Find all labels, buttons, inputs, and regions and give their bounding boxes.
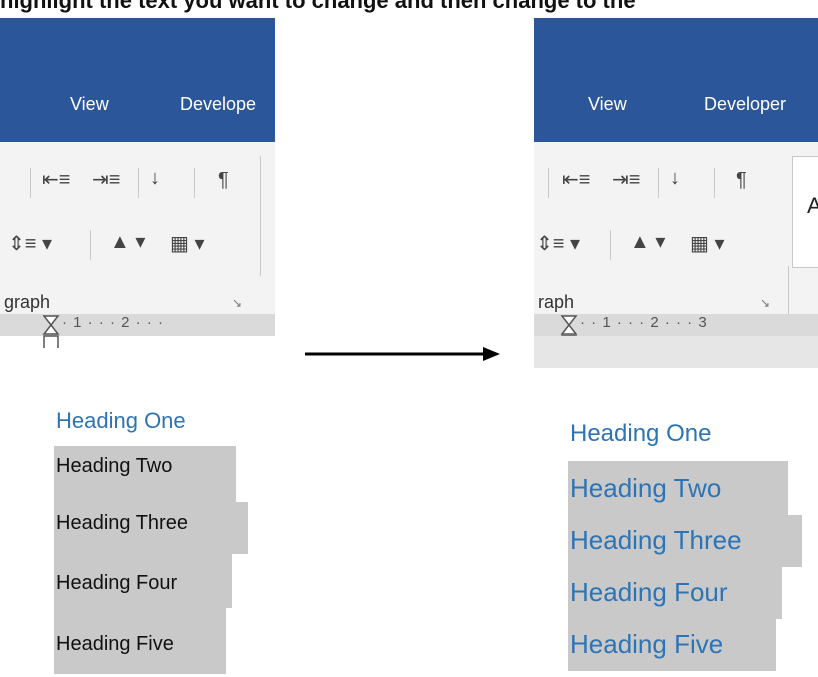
- separator: [260, 156, 261, 276]
- separator: [30, 168, 31, 198]
- sort-az-icon[interactable]: ↓: [150, 168, 160, 188]
- separator: [610, 230, 611, 260]
- tab-developer[interactable]: Develope: [180, 94, 256, 115]
- decrease-indent-icon[interactable]: ⇤≡: [562, 170, 590, 190]
- heading-one[interactable]: Heading One: [56, 408, 186, 434]
- dialog-launcher-icon[interactable]: ↘: [760, 296, 770, 310]
- dialog-launcher-icon[interactable]: ↘: [232, 296, 242, 310]
- line-spacing-icon[interactable]: ⇕≡ ▾: [8, 234, 52, 254]
- paragraph-group-label: raph: [538, 292, 575, 312]
- borders-icon[interactable]: ▦ ▾: [690, 234, 725, 254]
- show-hide-formatting-icon[interactable]: ¶: [736, 170, 747, 190]
- ruler-underlay: [534, 336, 818, 368]
- paragraph-group-label: graph: [4, 292, 51, 312]
- borders-icon[interactable]: ▦ ▾: [170, 234, 205, 254]
- tab-view[interactable]: View: [70, 94, 109, 115]
- heading-two[interactable]: Heading Two: [570, 473, 721, 504]
- separator: [138, 168, 139, 198]
- heading-three[interactable]: Heading Three: [570, 525, 742, 556]
- increase-indent-icon[interactable]: ⇥≡: [92, 170, 120, 190]
- paragraph-group: ⇤≡ ⇥≡ ↓ ¶ ⇕≡ ▾ ▲ ▾ ▦ ▾ graph ↘: [0, 142, 275, 332]
- styles-gallery[interactable]: A: [792, 156, 818, 268]
- ruler-ticks: · 1 · · · 2 · · ·: [62, 314, 164, 331]
- ruler: · 1 · · · 2 · · ·: [0, 314, 275, 348]
- ribbon-before-panel: View Develope ⇤≡ ⇥≡ ↓ ¶ ⇕≡ ▾ ▲ ▾ ▦ ▾ gra…: [0, 18, 275, 348]
- title-bar: [534, 18, 818, 76]
- heading-three[interactable]: Heading Three: [56, 512, 188, 535]
- separator: [658, 168, 659, 198]
- shading-icon[interactable]: ▲ ▾: [110, 232, 145, 252]
- ribbon-after-panel: View Developer ⇤≡ ⇥≡ ↓ ¶ A ⇕≡ ▾ ▲ ▾ ▦ ▾ …: [534, 18, 818, 368]
- ruler: · · 1 · · · 2 · · · 3: [534, 314, 818, 351]
- indent-marker-icon[interactable]: [42, 314, 60, 348]
- separator: [194, 168, 195, 198]
- separator: [90, 230, 91, 260]
- increase-indent-icon[interactable]: ⇥≡: [612, 170, 640, 190]
- ribbon-tab-bar: View Developer: [534, 76, 818, 142]
- line-spacing-icon[interactable]: ⇕≡ ▾: [536, 234, 580, 254]
- ruler-ticks: · · 1 · · · 2 · · · 3: [580, 314, 708, 331]
- ribbon-tab-bar: View Develope: [0, 76, 275, 142]
- paragraph-group: ⇤≡ ⇥≡ ↓ ¶ A ⇕≡ ▾ ▲ ▾ ▦ ▾ raph ↘: [534, 142, 818, 332]
- transition-arrow-icon: [305, 347, 500, 361]
- separator: [548, 168, 549, 198]
- tab-view[interactable]: View: [588, 94, 627, 115]
- instruction-text: highlight the text you want to change an…: [0, 0, 636, 13]
- heading-four[interactable]: Heading Four: [570, 577, 728, 608]
- separator: [714, 168, 715, 198]
- heading-one[interactable]: Heading One: [570, 420, 711, 448]
- title-bar: [0, 18, 275, 76]
- heading-two[interactable]: Heading Two: [56, 455, 172, 478]
- tab-developer[interactable]: Developer: [704, 94, 786, 115]
- heading-five[interactable]: Heading Five: [56, 633, 174, 656]
- shading-icon[interactable]: ▲ ▾: [630, 232, 665, 252]
- sort-az-icon[interactable]: ↓: [670, 168, 680, 188]
- show-hide-formatting-icon[interactable]: ¶: [218, 170, 229, 190]
- heading-five[interactable]: Heading Five: [570, 629, 723, 660]
- heading-four[interactable]: Heading Four: [56, 572, 177, 595]
- decrease-indent-icon[interactable]: ⇤≡: [42, 170, 70, 190]
- style-gallery-item[interactable]: A: [807, 193, 818, 219]
